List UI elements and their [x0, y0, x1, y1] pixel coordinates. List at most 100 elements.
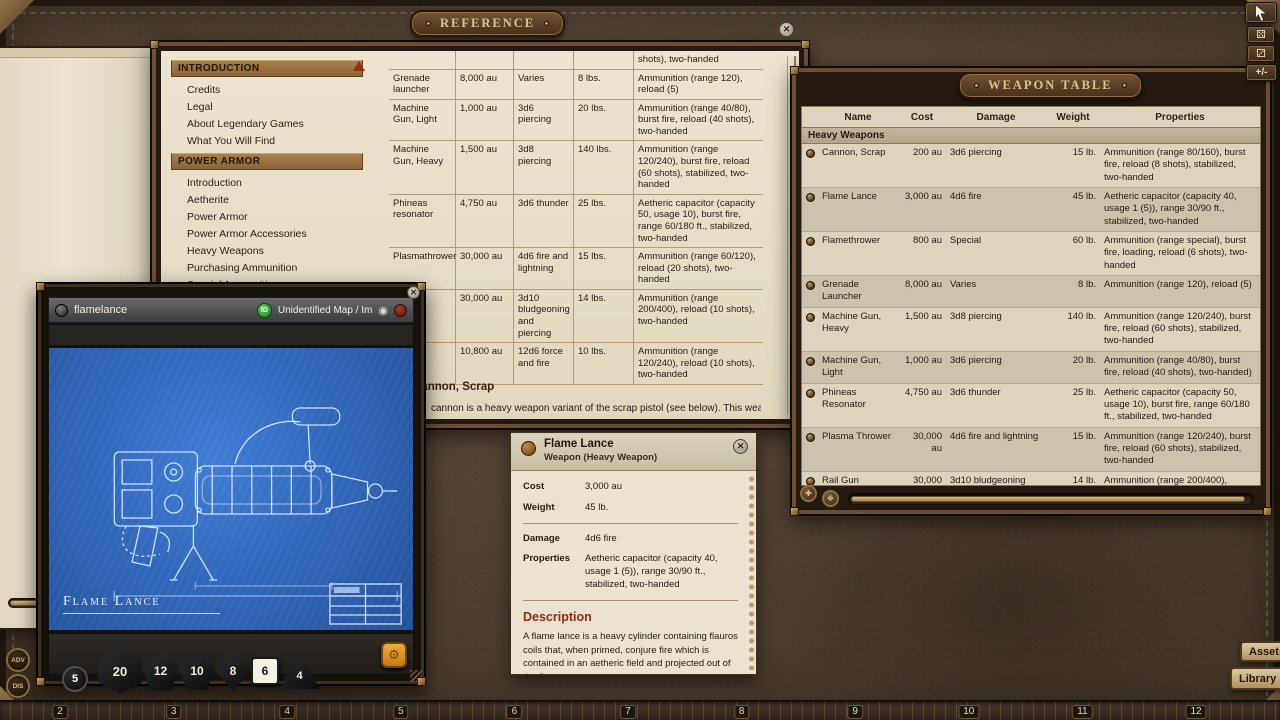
window-icon[interactable] — [55, 304, 68, 317]
bullet-cell — [802, 428, 818, 471]
modifier-toggle-button[interactable]: +/- — [1246, 64, 1277, 81]
table-cell: 10,800 au — [456, 343, 514, 384]
weapon-properties: Ammunition (range 40/80), burst fire, re… — [1100, 352, 1260, 383]
dice-tray: 201210864 — [98, 648, 320, 694]
weapon-row[interactable]: Plasma Thrower30,000 au4d6 fire and ligh… — [802, 428, 1260, 472]
record-bullet-icon[interactable] — [806, 237, 815, 246]
weapon-rows: Cannon, Scrap200 au3d6 piercing15 lb.Amm… — [802, 144, 1260, 486]
table-row[interactable]: Grenade launcher8,000 auVaries8 lbs.Ammu… — [389, 70, 763, 100]
weapon-table-header: Name Cost Damage Weight Properties — [802, 107, 1260, 127]
flame-lance-detail-window[interactable]: Flame Lance Weapon (Heavy Weapon) ✕ Cost… — [510, 432, 757, 675]
table-cell: 8 lbs. — [574, 70, 634, 99]
weapon-row[interactable]: Flame Lance3,000 au4d6 fire45 lb.Aetheri… — [802, 188, 1260, 232]
table-cell: 3d8 piercing — [514, 141, 574, 193]
weapon-name: Flame Lance — [818, 188, 898, 231]
toc-item[interactable]: Introduction — [171, 174, 363, 191]
die-d4[interactable]: 4 — [279, 652, 320, 691]
toc-item[interactable]: What You Will Find — [171, 132, 363, 149]
weapon-cost: 1,000 au — [898, 352, 946, 383]
ruler-number: 11 — [1072, 705, 1092, 719]
die-d20[interactable]: 20 — [98, 648, 142, 694]
weapon-damage: Special — [946, 232, 1046, 275]
blueprint-caption: Flame Lance — [63, 594, 220, 614]
ruler-number: 2 — [52, 705, 68, 719]
toc-item[interactable]: Purchasing Ammunition — [171, 259, 363, 276]
field-label: Damage — [523, 533, 585, 546]
toc-scroll-up-icon[interactable] — [353, 61, 365, 71]
weapon-row[interactable]: Machine Gun, Heavy1,500 au3d8 piercing14… — [802, 308, 1260, 352]
weapon-weight: 8 lb. — [1046, 276, 1100, 307]
toc-item[interactable]: Legal — [171, 98, 363, 115]
window-control-icon-2[interactable]: ❖ — [822, 490, 839, 507]
table-cell: 12d6 force and fire — [514, 343, 574, 384]
ruler-number: 6 — [507, 705, 523, 719]
modifier-stack[interactable]: 5 — [62, 666, 88, 692]
table-ruler: 23456789101112 — [0, 700, 1280, 720]
toc-item[interactable]: Aetherite — [171, 191, 363, 208]
weapon-damage: 4d6 fire and lightning — [946, 428, 1046, 471]
weapon-row[interactable]: Rail Gun30,000 au3d10 bludgeoning and14 … — [802, 472, 1260, 486]
disadvantage-button[interactable]: DIS — [6, 674, 30, 698]
record-bullet-icon[interactable] — [806, 281, 815, 290]
weapon-row[interactable]: Flamethrower800 auSpecial60 lb.Ammunitio… — [802, 232, 1260, 276]
toc-item[interactable]: Power Armor Accessories — [171, 225, 363, 242]
description-heading: Description — [523, 610, 738, 624]
library-button[interactable]: Library — [1230, 667, 1280, 690]
record-bullet-icon[interactable] — [806, 357, 815, 366]
die-d6[interactable]: 6 — [251, 657, 279, 685]
close-icon[interactable]: ✕ — [407, 286, 420, 299]
record-bullet-icon[interactable] — [806, 193, 815, 202]
rivet-icon — [544, 21, 549, 26]
table-row[interactable]: Plasmathrower30,000 au4d6 fire and light… — [389, 248, 763, 290]
weapon-table-window[interactable]: Name Cost Damage Weight Properties Heavy… — [790, 66, 1272, 516]
table-cell: Ammunition (range 200/400), reload (10 s… — [634, 290, 763, 342]
record-bullet-icon[interactable] — [806, 433, 815, 442]
table-row[interactable]: Machine Gun, Heavy1,500 au3d8 piercing14… — [389, 141, 763, 194]
field-value: 45 lb. — [585, 502, 738, 515]
table-row[interactable]: 30,000 au3d10 bludgeoning and piercing14… — [389, 290, 763, 343]
flame-lance-schematic — [49, 348, 413, 630]
toc-item[interactable]: About Legendary Games — [171, 115, 363, 132]
pointer-tool-button[interactable] — [1245, 2, 1277, 23]
weapon-table-content: Name Cost Damage Weight Properties Heavy… — [801, 106, 1261, 486]
window-control-icon-1[interactable]: ✚ — [800, 485, 817, 502]
table-row[interactable]: Phineas resonator4,750 au3d6 thunder25 l… — [389, 195, 763, 248]
table-row[interactable]: shots), two-handed — [389, 51, 763, 70]
weapon-row[interactable]: Phineas Resonator4,750 au3d6 thunder25 l… — [802, 384, 1260, 428]
die-d12[interactable]: 12 — [142, 652, 179, 691]
table-cell: 20 lbs. — [574, 100, 634, 141]
visibility-icon[interactable]: ◉ — [378, 304, 388, 317]
identified-badge-icon[interactable]: ID — [257, 303, 272, 318]
blueprint-image[interactable]: Flame Lance — [48, 347, 414, 631]
die-d8[interactable]: 8 — [215, 651, 251, 692]
table-row[interactable]: Machine Gun, Light1,000 au3d6 piercing20… — [389, 100, 763, 142]
table-cell: Ammunition (range 120/240), reload (10 s… — [634, 343, 763, 384]
weapon-row[interactable]: Cannon, Scrap200 au3d6 piercing15 lb.Amm… — [802, 144, 1260, 188]
horizontal-scrollbar[interactable] — [848, 493, 1254, 505]
record-bullet-icon[interactable] — [806, 313, 815, 322]
weapon-row[interactable]: Grenade Launcher8,000 auVaries8 lb.Ammun… — [802, 276, 1260, 308]
weapon-name: Grenade Launcher — [818, 276, 898, 307]
weapon-row[interactable]: Machine Gun, Light1,000 au3d6 piercing20… — [802, 352, 1260, 384]
weapon-cost: 1,500 au — [898, 308, 946, 351]
scrollbar-thumb[interactable] — [851, 496, 1245, 502]
close-icon[interactable]: ✕ — [779, 22, 794, 37]
ruler-number: 4 — [279, 705, 295, 719]
advantage-button[interactable]: ADV — [6, 648, 30, 672]
dice-tower-button[interactable]: ⚄ — [1247, 26, 1275, 43]
dice-selection-button[interactable]: ⚂ — [1247, 45, 1275, 62]
record-bullet-icon[interactable] — [806, 389, 815, 398]
toc-item[interactable]: Heavy Weapons — [171, 242, 363, 259]
image-tools-button[interactable]: ⚙ — [381, 642, 407, 668]
record-bullet-icon[interactable] — [806, 149, 815, 158]
bullet-cell — [802, 472, 818, 486]
toc-item[interactable]: Power Armor — [171, 208, 363, 225]
table-row[interactable]: 10,800 au12d6 force and fire10 lbs.Ammun… — [389, 343, 763, 385]
assets-button[interactable]: Assets — [1240, 641, 1280, 662]
flamelance-image-window[interactable]: flamelance ID Unidentified Map / Im ◉ — [36, 282, 426, 686]
weapon-properties: Ammunition (range 200/400), — [1100, 472, 1260, 486]
lock-icon[interactable] — [394, 304, 407, 317]
die-d10[interactable]: 10 — [179, 652, 215, 690]
close-icon[interactable]: ✕ — [733, 439, 748, 454]
toc-item[interactable]: Credits — [171, 81, 363, 98]
